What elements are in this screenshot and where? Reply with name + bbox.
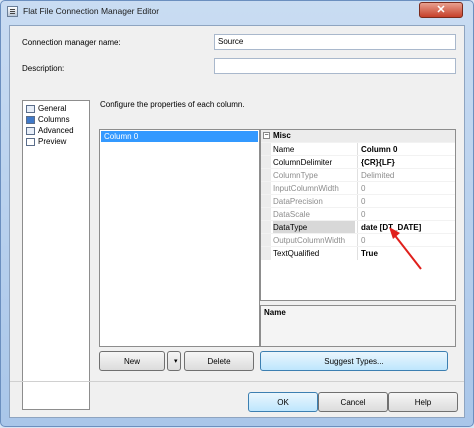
advanced-icon: [26, 127, 35, 135]
window-title: Flat File Connection Manager Editor: [23, 6, 160, 16]
property-row-datascale[interactable]: DataScale 0: [261, 207, 455, 221]
dialog-window: Flat File Connection Manager Editor ✕ Co…: [0, 0, 474, 427]
property-grid: − Misc Name Column 0 ColumnDelimiter {CR…: [260, 129, 456, 301]
page-nav: General Columns Advanced Preview: [22, 100, 90, 410]
close-button[interactable]: ✕: [419, 2, 463, 18]
help-button[interactable]: Help: [388, 392, 458, 412]
category-misc[interactable]: − Misc: [261, 130, 455, 142]
title-bar[interactable]: Flat File Connection Manager Editor ✕: [1, 1, 473, 23]
property-value[interactable]: True: [357, 247, 455, 260]
property-row-columndelimiter[interactable]: ColumnDelimiter {CR}{LF}: [261, 155, 455, 169]
property-name: TextQualified: [273, 249, 320, 258]
ok-button[interactable]: OK: [248, 392, 318, 412]
category-label: Misc: [273, 131, 291, 140]
property-row-inputcolumnwidth[interactable]: InputColumnWidth 0: [261, 181, 455, 195]
preview-icon: [26, 138, 35, 146]
property-row-textqualified[interactable]: TextQualified True: [261, 246, 455, 260]
app-icon: [7, 6, 18, 17]
nav-item-label: Columns: [38, 115, 70, 124]
dialog-body: Connection manager name: Source Descript…: [9, 25, 465, 418]
general-icon: [26, 105, 35, 113]
property-description-pane: Name: [260, 305, 456, 347]
connection-name-label: Connection manager name:: [22, 38, 121, 47]
property-row-datatype[interactable]: DataType date [DT_DATE]: [261, 220, 455, 234]
suggest-types-button[interactable]: Suggest Types...: [260, 351, 448, 371]
instruction-text: Configure the properties of each column.: [100, 100, 245, 109]
property-row-columntype[interactable]: ColumnType Delimited: [261, 168, 455, 182]
nav-item-columns[interactable]: Columns: [23, 114, 89, 125]
nav-item-general[interactable]: General: [23, 103, 89, 114]
property-description-title: Name: [264, 308, 286, 317]
property-row-dataprecision[interactable]: DataPrecision 0: [261, 194, 455, 208]
cancel-button[interactable]: Cancel: [318, 392, 388, 412]
nav-item-preview[interactable]: Preview: [23, 136, 89, 147]
property-row-outputcolumnwidth[interactable]: OutputColumnWidth 0: [261, 233, 455, 247]
nav-item-advanced[interactable]: Advanced: [23, 125, 89, 136]
description-input[interactable]: [214, 58, 456, 74]
property-row-name[interactable]: Name Column 0: [261, 142, 455, 156]
nav-item-label: Preview: [38, 137, 67, 146]
connection-name-input[interactable]: Source: [214, 34, 456, 50]
new-button[interactable]: New: [99, 351, 165, 371]
columns-icon: [26, 116, 35, 124]
collapse-icon[interactable]: −: [263, 132, 270, 139]
new-dropdown-button[interactable]: ▾: [167, 351, 181, 371]
footer-divider: [10, 381, 464, 382]
description-label: Description:: [22, 64, 65, 73]
list-item[interactable]: Column 0: [101, 131, 258, 142]
delete-button[interactable]: Delete: [184, 351, 254, 371]
nav-item-label: Advanced: [38, 126, 74, 135]
nav-item-label: General: [38, 104, 67, 113]
column-list[interactable]: Column 0: [99, 129, 260, 347]
